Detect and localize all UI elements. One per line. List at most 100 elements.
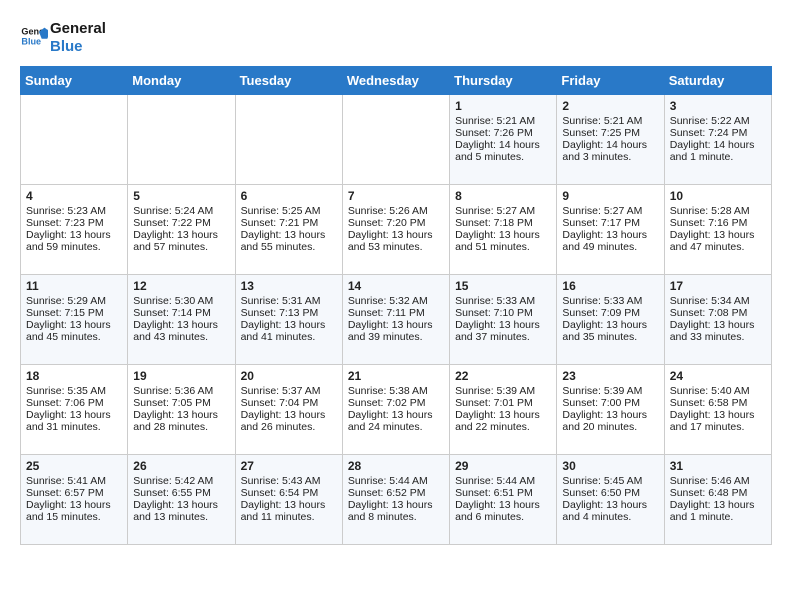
day-info: Sunrise: 5:41 AM <box>26 475 122 487</box>
day-info: Sunrise: 5:27 AM <box>562 205 658 217</box>
day-info: Sunrise: 5:37 AM <box>241 385 337 397</box>
day-info: Daylight: 13 hours <box>26 499 122 511</box>
calendar-body: 1 Sunrise: 5:21 AMSunset: 7:26 PM Daylight… <box>21 95 772 545</box>
day-info: and 31 minutes. <box>26 421 122 433</box>
weekday-header-saturday: Saturday <box>664 67 771 95</box>
calendar-week-2: 4Sunrise: 5:23 AMSunset: 7:23 PMDaylight… <box>21 185 772 275</box>
day-number: 31 <box>670 459 766 473</box>
day-info: Sunset: 7:14 PM <box>133 307 229 319</box>
day-info: Sunset: 7:06 PM <box>26 397 122 409</box>
day-info: Daylight: 13 hours <box>562 409 658 421</box>
calendar-cell: 16Sunrise: 5:33 AMSunset: 7:09 PMDayligh… <box>557 275 664 365</box>
page-header: General Blue General Blue <box>20 20 772 56</box>
day-info: Sunrise: 5:27 AM <box>455 205 551 217</box>
day-number: 9 <box>562 189 658 203</box>
day-info: Sunset: 6:57 PM <box>26 487 122 499</box>
day-info: Sunset: 7:26 PM <box>455 127 551 139</box>
day-info: and 57 minutes. <box>133 241 229 253</box>
day-info: Sunset: 7:02 PM <box>348 397 444 409</box>
day-info: Daylight: 13 hours <box>455 319 551 331</box>
day-number: 10 <box>670 189 766 203</box>
day-number: 20 <box>241 369 337 383</box>
day-number: 1 <box>455 99 551 113</box>
day-info: and 26 minutes. <box>241 421 337 433</box>
calendar-header-row: SundayMondayTuesdayWednesdayThursdayFrid… <box>21 67 772 95</box>
weekday-header-sunday: Sunday <box>21 67 128 95</box>
day-number: 3 <box>670 99 766 113</box>
day-info: and 51 minutes. <box>455 241 551 253</box>
day-info: Daylight: 13 hours <box>455 229 551 241</box>
day-info: Sunset: 6:50 PM <box>562 487 658 499</box>
day-info: Daylight: 14 hours <box>670 139 766 151</box>
day-info: Daylight: 13 hours <box>670 409 766 421</box>
day-info: Sunrise: 5:36 AM <box>133 385 229 397</box>
day-info: and 3 minutes. <box>562 151 658 163</box>
day-info: and 41 minutes. <box>241 331 337 343</box>
day-info: Daylight: 13 hours <box>670 319 766 331</box>
day-info: and 55 minutes. <box>241 241 337 253</box>
day-info: Daylight: 13 hours <box>241 229 337 241</box>
day-info: Daylight: 14 hours <box>562 139 658 151</box>
calendar-cell: 20Sunrise: 5:37 AMSunset: 7:04 PMDayligh… <box>235 365 342 455</box>
day-info: Sunset: 7:00 PM <box>562 397 658 409</box>
day-number: 13 <box>241 279 337 293</box>
day-number: 29 <box>455 459 551 473</box>
day-info: Sunrise: 5:46 AM <box>670 475 766 487</box>
day-info: and 43 minutes. <box>133 331 229 343</box>
day-info: and 33 minutes. <box>670 331 766 343</box>
day-info: Sunrise: 5:33 AM <box>455 295 551 307</box>
day-info: and 13 minutes. <box>133 511 229 523</box>
day-number: 21 <box>348 369 444 383</box>
day-info: Daylight: 13 hours <box>241 499 337 511</box>
day-info: Sunrise: 5:31 AM <box>241 295 337 307</box>
day-info: Sunrise: 5:29 AM <box>26 295 122 307</box>
calendar-cell <box>128 95 235 185</box>
day-info: Sunset: 7:18 PM <box>455 217 551 229</box>
day-number: 27 <box>241 459 337 473</box>
day-info: Sunrise: 5:30 AM <box>133 295 229 307</box>
day-number: 5 <box>133 189 229 203</box>
calendar-cell: 3Sunrise: 5:22 AMSunset: 7:24 PMDaylight… <box>664 95 771 185</box>
day-info: and 28 minutes. <box>133 421 229 433</box>
weekday-header-friday: Friday <box>557 67 664 95</box>
day-info: Sunset: 7:20 PM <box>348 217 444 229</box>
day-info: Sunrise: 5:43 AM <box>241 475 337 487</box>
day-info: Sunset: 6:58 PM <box>670 397 766 409</box>
day-info: and 17 minutes. <box>670 421 766 433</box>
calendar-week-3: 11Sunrise: 5:29 AMSunset: 7:15 PMDayligh… <box>21 275 772 365</box>
calendar-cell: 18Sunrise: 5:35 AMSunset: 7:06 PMDayligh… <box>21 365 128 455</box>
day-info: and 37 minutes. <box>455 331 551 343</box>
calendar-cell: 22Sunrise: 5:39 AMSunset: 7:01 PMDayligh… <box>450 365 557 455</box>
day-info: Daylight: 13 hours <box>670 229 766 241</box>
day-number: 28 <box>348 459 444 473</box>
calendar-cell: 14Sunrise: 5:32 AMSunset: 7:11 PMDayligh… <box>342 275 449 365</box>
day-info: Sunset: 6:48 PM <box>670 487 766 499</box>
day-info: Sunrise: 5:32 AM <box>348 295 444 307</box>
calendar-cell: 30Sunrise: 5:45 AMSunset: 6:50 PMDayligh… <box>557 455 664 545</box>
day-info: Sunrise: 5:35 AM <box>26 385 122 397</box>
calendar-week-4: 18 Sunrise: 5:35 AMSunset: 7:06 PM Dayligh… <box>21 365 772 455</box>
day-number: 18 <box>26 369 122 383</box>
calendar-cell: 4Sunrise: 5:23 AMSunset: 7:23 PMDaylight… <box>21 185 128 275</box>
day-info: and 15 minutes. <box>26 511 122 523</box>
day-info: and 6 minutes. <box>455 511 551 523</box>
calendar-cell: 19Sunrise: 5:36 AMSunset: 7:05 PMDayligh… <box>128 365 235 455</box>
day-number: 24 <box>670 369 766 383</box>
calendar-cell: 7Sunrise: 5:26 AMSunset: 7:20 PMDaylight… <box>342 185 449 275</box>
calendar-cell <box>21 95 128 185</box>
day-info: Sunrise: 5:21 AM <box>455 115 551 127</box>
day-info: Daylight: 13 hours <box>348 409 444 421</box>
day-info: Sunset: 7:17 PM <box>562 217 658 229</box>
day-info: Sunset: 7:01 PM <box>455 397 551 409</box>
day-number: 30 <box>562 459 658 473</box>
day-info: and 53 minutes. <box>348 241 444 253</box>
calendar-cell: 2Sunrise: 5:21 AMSunset: 7:25 PMDaylight… <box>557 95 664 185</box>
day-info: Sunset: 6:55 PM <box>133 487 229 499</box>
day-info: Sunset: 7:22 PM <box>133 217 229 229</box>
day-number: 15 <box>455 279 551 293</box>
day-info: Sunrise: 5:22 AM <box>670 115 766 127</box>
day-info: Daylight: 13 hours <box>241 319 337 331</box>
day-info: Sunrise: 5:45 AM <box>562 475 658 487</box>
day-info: and 11 minutes. <box>241 511 337 523</box>
day-info: Sunrise: 5:38 AM <box>348 385 444 397</box>
